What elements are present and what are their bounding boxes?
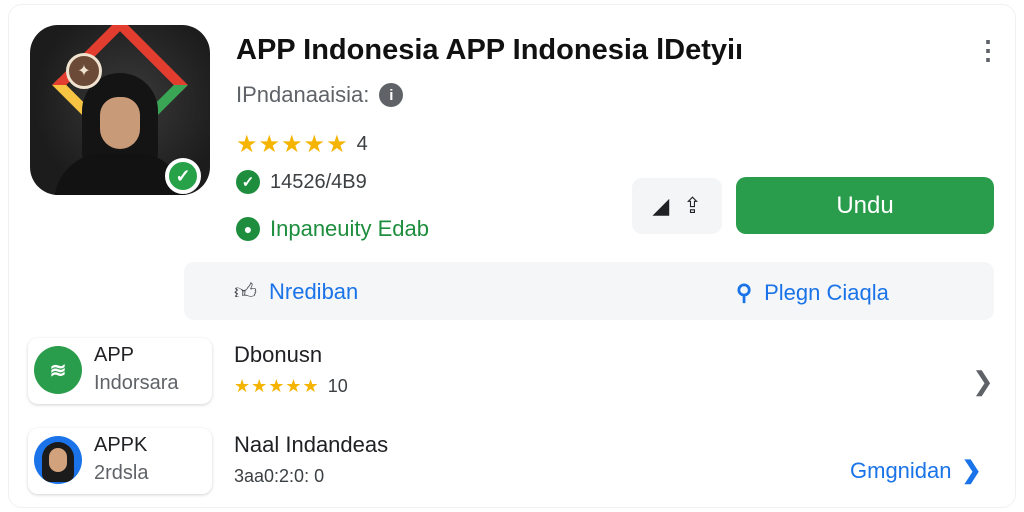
thumb-icon: 👍︎ xyxy=(234,279,257,304)
rating-value: 4 xyxy=(356,133,368,155)
rating-stars: ★★★★★ xyxy=(236,131,349,158)
list-item[interactable]: ≋ APP Indorsara Dbonusn ★★★★★ 10 ❯ xyxy=(22,338,1002,406)
more-vert-icon[interactable]: ⋮ xyxy=(975,36,1001,66)
related-stars: ★★★★★ xyxy=(234,376,320,396)
downloads-row: ✓ 14526/4B9 xyxy=(236,170,367,194)
install-button[interactable]: Undu xyxy=(736,177,994,234)
action-bar: 👍︎ Nrediban ⚲ Plegn Ciaqla xyxy=(184,262,994,320)
chevron-right-icon: ❯ xyxy=(961,457,982,484)
status-dot-icon: ● xyxy=(236,217,260,241)
rating-row: ★★★★★ 4 xyxy=(236,130,368,159)
verified-badge-icon: ✓ xyxy=(165,158,201,194)
related-rating: 10 xyxy=(327,376,348,396)
related-date: 3aa0:2:0: 0 xyxy=(234,466,325,486)
related-app-sub: Indorsara xyxy=(94,372,179,394)
status-label: Inpaneuity Edab xyxy=(270,216,430,241)
tag-icon: ◢ xyxy=(652,193,670,218)
check-circle-icon: ✓ xyxy=(236,170,260,194)
related-app-chip[interactable]: ≋ APP Indorsara xyxy=(28,338,212,404)
action-left-label: Nrediban xyxy=(269,278,359,304)
face-shape xyxy=(100,97,140,149)
related-meta: ★★★★★ 10 xyxy=(234,376,348,397)
chevron-right-icon[interactable]: ❯ xyxy=(972,366,994,397)
action-right-button[interactable]: ⚲ Plegn Ciaqla xyxy=(736,280,889,306)
action-left-button[interactable]: 👍︎ Nrediban xyxy=(234,278,358,305)
downloads-count: 14526/4B9 xyxy=(270,170,367,193)
search-icon: ⚲ xyxy=(736,280,753,305)
app-title: APP Indonesia APP Indonesia lDetyiı xyxy=(236,34,744,66)
status-row: ● Inpaneuity Edab xyxy=(236,216,429,242)
action-right-label: Plegn Ciaqla xyxy=(764,280,889,305)
related-meta: 3aa0:2:0: 0 xyxy=(234,466,324,487)
related-app-name: APP xyxy=(94,344,135,366)
see-more-label: Gmgnidan xyxy=(850,457,952,483)
info-icon[interactable]: i xyxy=(379,83,404,107)
avatar-face-shape xyxy=(49,448,67,472)
related-app-name: APPK xyxy=(94,434,148,456)
list-item[interactable]: APPK 2rdsla Naal Indandeas 3aa0:2:0: 0 G… xyxy=(22,428,1002,496)
avatar xyxy=(34,436,82,484)
developer-name[interactable]: IPndanaaisia: xyxy=(236,82,369,108)
related-title: Naal Indandeas xyxy=(234,432,389,457)
see-more-link[interactable]: Gmgnidan ❯ xyxy=(850,456,982,485)
developer-row[interactable]: IPndanaaisia: i xyxy=(236,82,404,108)
share-button[interactable]: ◢ ⇪ xyxy=(632,178,722,234)
emblem-icon: ✦ xyxy=(66,53,102,89)
share-icon: ⇪ xyxy=(683,193,702,218)
related-app-sub: 2rdsla xyxy=(94,462,149,484)
related-app-chip[interactable]: APPK 2rdsla xyxy=(28,428,212,494)
related-title: Dbonusn xyxy=(234,342,323,367)
flag-icon: ≋ xyxy=(34,346,82,394)
